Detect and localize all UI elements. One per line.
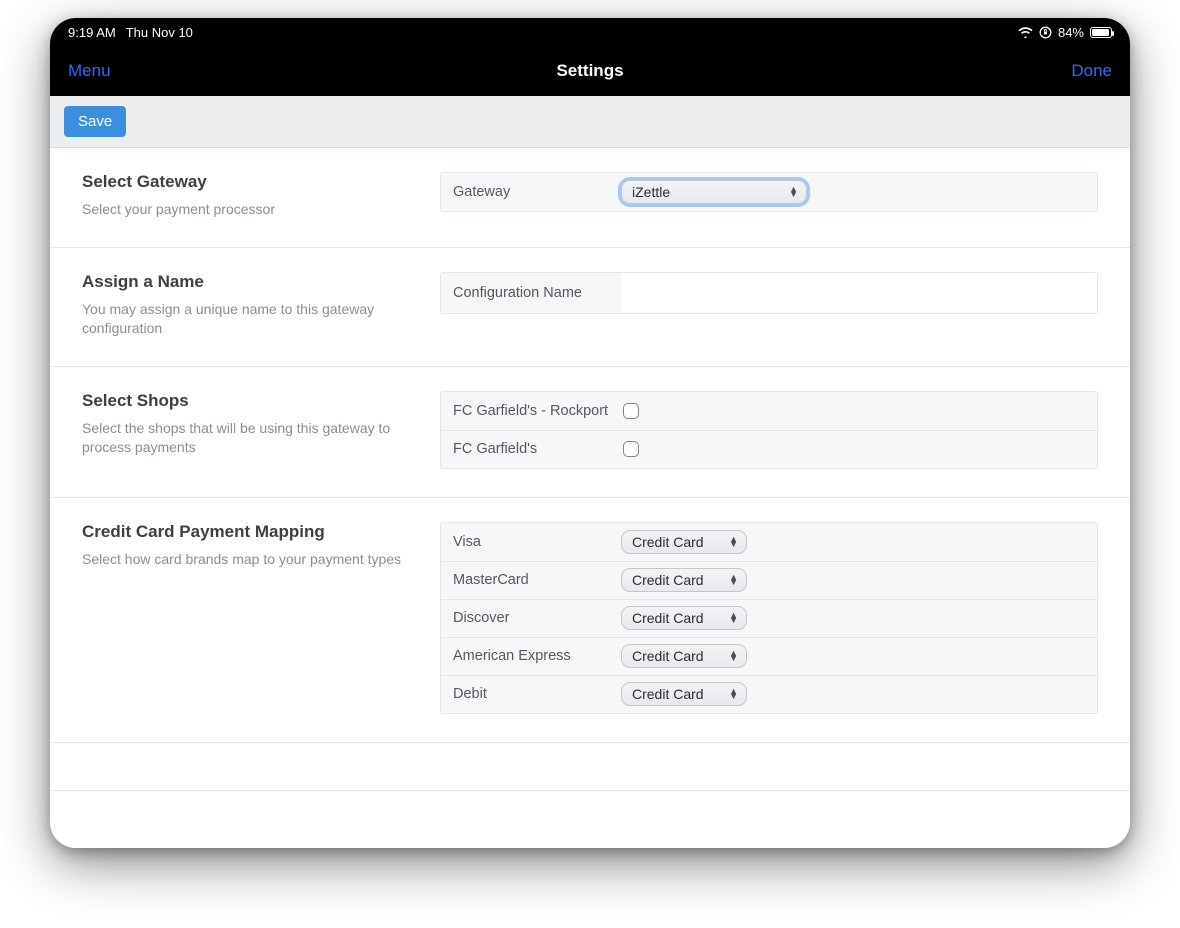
battery-percent: 84% xyxy=(1058,25,1084,40)
chevron-updown-icon: ▲▼ xyxy=(729,651,738,661)
config-name-input[interactable] xyxy=(621,277,1089,309)
menu-button[interactable]: Menu xyxy=(68,61,111,81)
section-mapping: Credit Card Payment Mapping Select how c… xyxy=(50,498,1130,743)
mapping-select-debit[interactable]: Credit Card ▲▼ xyxy=(621,682,747,706)
footer-gap xyxy=(50,743,1130,791)
config-name-label: Configuration Name xyxy=(441,277,621,309)
section-gateway-desc: Select your payment processor xyxy=(82,200,412,219)
section-mapping-desc: Select how card brands map to your payme… xyxy=(82,550,412,569)
toolbar: Save xyxy=(50,96,1130,148)
mapping-row: MasterCard Credit Card ▲▼ xyxy=(441,561,1097,599)
section-gateway-title: Select Gateway xyxy=(82,172,412,192)
chevron-updown-icon: ▲▼ xyxy=(729,689,738,699)
shop-label: FC Garfield's - Rockport xyxy=(441,395,621,427)
section-shops-title: Select Shops xyxy=(82,391,412,411)
mapping-select-value: Credit Card xyxy=(632,572,704,588)
mapping-label: Debit xyxy=(441,678,621,710)
mapping-select-value: Credit Card xyxy=(632,648,704,664)
mapping-label: American Express xyxy=(441,640,621,672)
mapping-row: Discover Credit Card ▲▼ xyxy=(441,599,1097,637)
shop-checkbox-0[interactable] xyxy=(623,403,639,419)
shop-label: FC Garfield's xyxy=(441,433,621,465)
done-button[interactable]: Done xyxy=(1071,61,1112,81)
mapping-label: Visa xyxy=(441,526,621,558)
shop-row: FC Garfield's - Rockport xyxy=(441,392,1097,430)
gateway-field-label: Gateway xyxy=(441,176,621,208)
chevron-updown-icon: ▲▼ xyxy=(729,575,738,585)
mapping-select-discover[interactable]: Credit Card ▲▼ xyxy=(621,606,747,630)
nav-bar: Menu Settings Done xyxy=(50,46,1130,96)
device-frame: 9:19 AM Thu Nov 10 84% Menu Settings Don… xyxy=(50,18,1130,848)
save-button[interactable]: Save xyxy=(64,106,126,137)
mapping-select-value: Credit Card xyxy=(632,610,704,626)
section-shops: Select Shops Select the shops that will … xyxy=(50,367,1130,498)
mapping-row: Debit Credit Card ▲▼ xyxy=(441,675,1097,713)
shop-checkbox-1[interactable] xyxy=(623,441,639,457)
chevron-updown-icon: ▲▼ xyxy=(729,613,738,623)
status-bar: 9:19 AM Thu Nov 10 84% xyxy=(50,18,1130,46)
mapping-label: Discover xyxy=(441,602,621,634)
mapping-label: MasterCard xyxy=(441,564,621,596)
chevron-updown-icon: ▲▼ xyxy=(789,187,798,197)
battery-icon xyxy=(1090,27,1112,38)
chevron-updown-icon: ▲▼ xyxy=(729,537,738,547)
section-shops-desc: Select the shops that will be using this… xyxy=(82,419,412,457)
mapping-row: American Express Credit Card ▲▼ xyxy=(441,637,1097,675)
gateway-select-value: iZettle xyxy=(632,184,670,200)
page-title: Settings xyxy=(556,61,623,81)
section-name-title: Assign a Name xyxy=(82,272,412,292)
content-area: Select Gateway Select your payment proce… xyxy=(50,148,1130,848)
gateway-select[interactable]: iZettle ▲▼ xyxy=(621,180,807,204)
shop-row: FC Garfield's xyxy=(441,430,1097,468)
mapping-select-value: Credit Card xyxy=(632,534,704,550)
status-date: Thu Nov 10 xyxy=(126,25,193,40)
mapping-select-mastercard[interactable]: Credit Card ▲▼ xyxy=(621,568,747,592)
wifi-icon xyxy=(1018,27,1033,38)
section-gateway: Select Gateway Select your payment proce… xyxy=(50,148,1130,248)
mapping-select-visa[interactable]: Credit Card ▲▼ xyxy=(621,530,747,554)
section-name: Assign a Name You may assign a unique na… xyxy=(50,248,1130,367)
mapping-select-value: Credit Card xyxy=(632,686,704,702)
mapping-select-amex[interactable]: Credit Card ▲▼ xyxy=(621,644,747,668)
status-time: 9:19 AM xyxy=(68,25,116,40)
mapping-row: Visa Credit Card ▲▼ xyxy=(441,523,1097,561)
rotation-lock-icon xyxy=(1039,26,1052,39)
section-mapping-title: Credit Card Payment Mapping xyxy=(82,522,412,542)
section-name-desc: You may assign a unique name to this gat… xyxy=(82,300,412,338)
